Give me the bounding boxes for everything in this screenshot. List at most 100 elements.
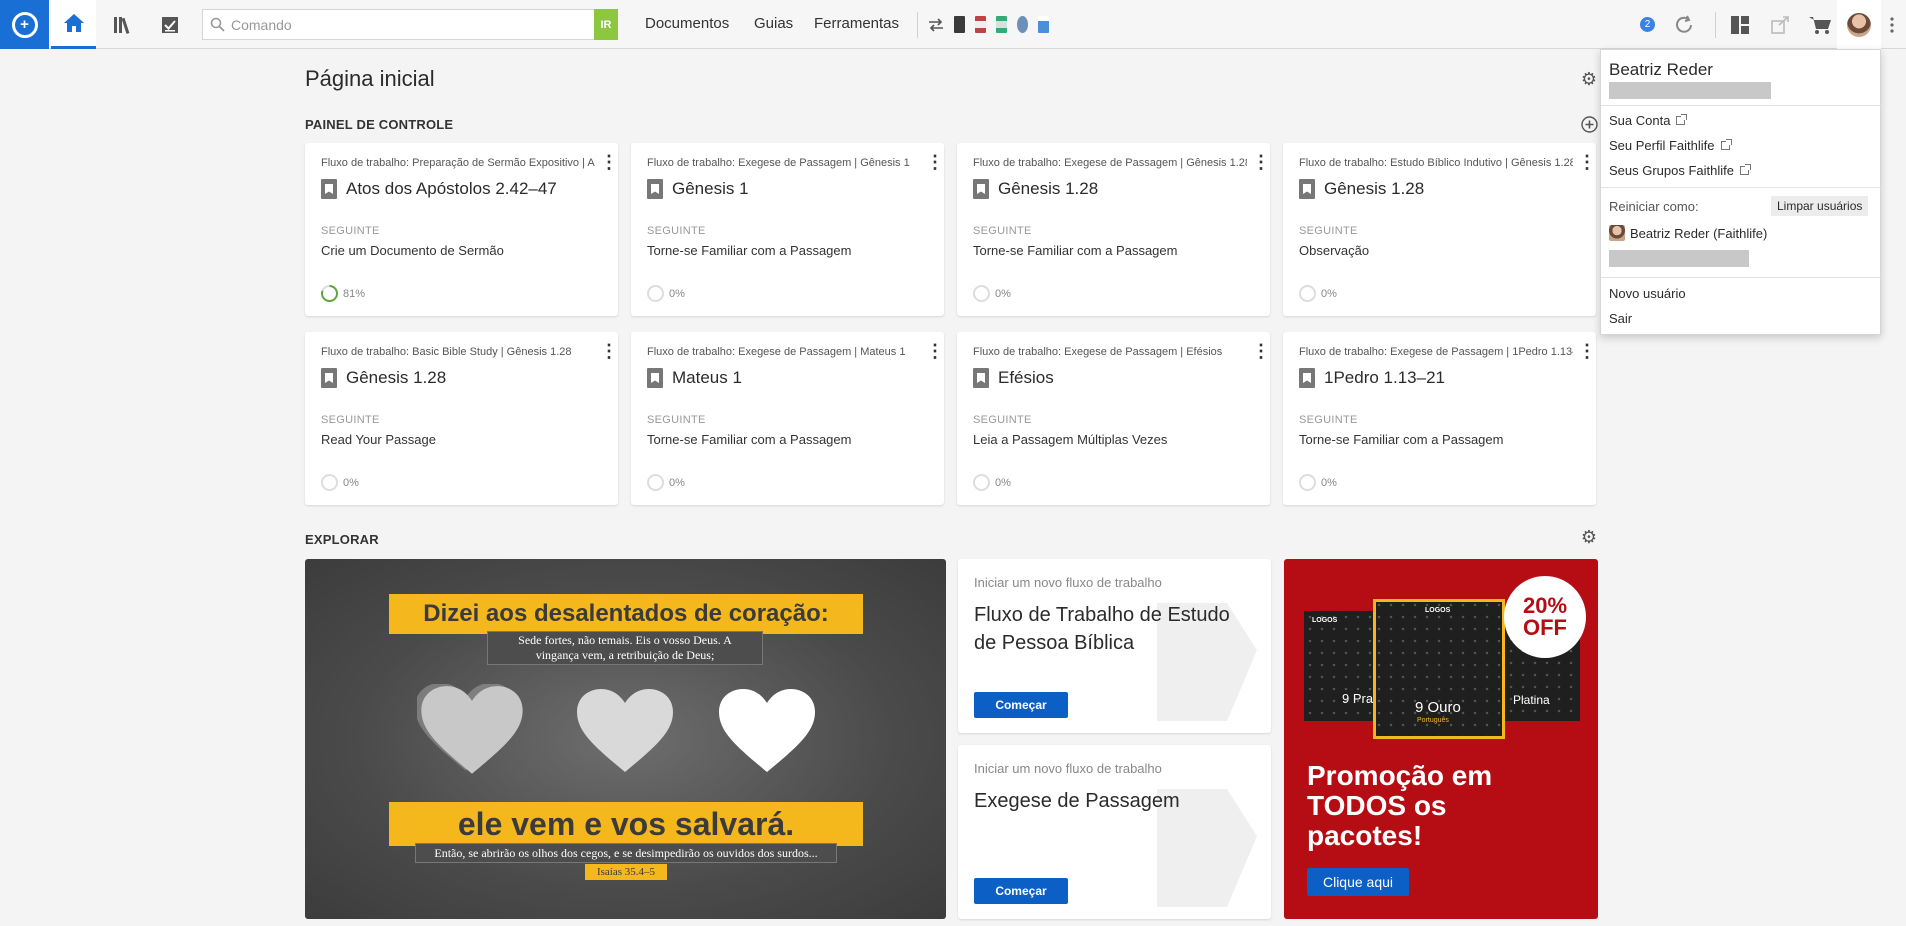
ad-cta-button[interactable]: Clique aqui: [1307, 868, 1409, 896]
home-button[interactable]: [51, 0, 96, 49]
share-button[interactable]: [1758, 0, 1802, 49]
workflow-card[interactable]: Fluxo de trabalho: Preparação de Sermão …: [305, 143, 618, 316]
card-menu-dots-icon[interactable]: ⋮: [1252, 153, 1270, 171]
explore-settings-gear-icon[interactable]: ⚙: [1580, 527, 1598, 547]
next-step-value[interactable]: Crie um Documento de Sermão: [321, 243, 504, 258]
more-options-button[interactable]: [1878, 0, 1906, 49]
package-box-left: LOGOS 9 Prat: [1304, 611, 1382, 721]
layouts-button[interactable]: [1718, 0, 1762, 49]
command-input[interactable]: [231, 10, 594, 39]
account-avatar-icon: [1609, 225, 1625, 241]
workflow-card[interactable]: Fluxo de trabalho: Basic Bible Study | G…: [305, 332, 618, 505]
next-step-value[interactable]: Read Your Passage: [321, 432, 436, 447]
next-step-label: SEGUINTE: [1299, 225, 1358, 237]
start-button[interactable]: Começar: [974, 692, 1068, 718]
card-menu-dots-icon[interactable]: ⋮: [926, 153, 944, 171]
add-dashboard-item-icon[interactable]: [1580, 115, 1598, 133]
next-step-value[interactable]: Observação: [1299, 243, 1369, 258]
workflow-card[interactable]: Fluxo de trabalho: Estudo Bíblico Induti…: [1283, 143, 1596, 316]
redacted-email: [1609, 82, 1771, 99]
clear-users-button[interactable]: Limpar usuários: [1771, 196, 1869, 216]
toolbar-divider: [917, 12, 918, 38]
card-menu-dots-icon[interactable]: ⋮: [1252, 342, 1270, 360]
next-step-label: SEGUINTE: [647, 225, 706, 237]
next-step-value[interactable]: Leia a Passagem Múltiplas Vezes: [973, 432, 1167, 447]
sync-icon: [1676, 15, 1692, 33]
document-icon: [647, 368, 663, 388]
notification-badge[interactable]: 2: [1640, 17, 1655, 32]
new-user-link[interactable]: Novo usuário: [1609, 286, 1686, 301]
go-button[interactable]: IR: [594, 9, 618, 40]
card-title[interactable]: Efésios: [973, 368, 1054, 388]
card-menu-dots-icon[interactable]: ⋮: [1578, 153, 1596, 171]
parallel-resources-button[interactable]: [923, 0, 949, 49]
logos-logo-icon: +: [11, 11, 38, 38]
logos-logo-button[interactable]: +: [0, 0, 49, 49]
ad-headline: Promoção em TODOS os pacotes!: [1307, 760, 1493, 851]
progress-ring-icon: [647, 285, 664, 302]
sale-advertisement[interactable]: LOGOS 9 Prat LOGOS 9 Ouro Português Plat…: [1284, 559, 1598, 919]
dashboard-heading: PAINEL DE CONTROLE: [305, 117, 454, 132]
resource-shortcut-book-3[interactable]: [996, 16, 1007, 33]
progress-indicator: 0%: [1299, 285, 1337, 302]
card-menu-dots-icon[interactable]: ⋮: [600, 153, 618, 171]
search-icon: [203, 17, 231, 32]
workflow-name: Fluxo de trabalho: Basic Bible Study | G…: [321, 346, 572, 358]
tasks-button[interactable]: [147, 0, 192, 49]
card-menu-dots-icon[interactable]: ⋮: [926, 342, 944, 360]
menu-guides[interactable]: Guias: [754, 15, 793, 32]
card-title[interactable]: Gênesis 1: [647, 179, 749, 199]
external-link-icon: [1740, 164, 1752, 175]
workflow-card[interactable]: Fluxo de trabalho: Exegese de Passagem |…: [631, 143, 944, 316]
card-menu-dots-icon[interactable]: ⋮: [1578, 342, 1596, 360]
cart-button[interactable]: [1798, 0, 1842, 49]
menu-divider: [1601, 187, 1882, 188]
menu-documents[interactable]: Documentos: [645, 15, 729, 32]
progress-percent: 81%: [343, 287, 366, 300]
account-button[interactable]: [1837, 0, 1881, 49]
library-icon: [113, 16, 129, 34]
faithlife-profile-link[interactable]: Seu Perfil Faithlife: [1609, 138, 1732, 153]
workflow-card[interactable]: Fluxo de trabalho: Exegese de Passagem |…: [957, 143, 1270, 316]
card-title[interactable]: Gênesis 1.28: [321, 368, 446, 388]
sign-out-link[interactable]: Sair: [1609, 311, 1632, 326]
progress-indicator: 0%: [973, 285, 1011, 302]
card-title[interactable]: Mateus 1: [647, 368, 742, 388]
next-step-value[interactable]: Torne-se Familiar com a Passagem: [973, 243, 1177, 258]
progress-percent: 0%: [343, 476, 359, 489]
page-settings-gear-icon[interactable]: ⚙: [1580, 69, 1598, 89]
next-step-label: SEGUINTE: [1299, 414, 1358, 426]
workflow-card[interactable]: Fluxo de trabalho: Exegese de Passagem |…: [1283, 332, 1596, 505]
verse-art-image[interactable]: Dizei aos desalentados de coração: Sede …: [305, 559, 946, 919]
switch-account-entry[interactable]: Beatriz Reder (Faithlife): [1609, 225, 1767, 241]
discount-value: 20%: [1522, 593, 1568, 618]
workflow-promo-card[interactable]: Iniciar um novo fluxo de trabalho Exeges…: [958, 745, 1271, 919]
library-button[interactable]: [101, 0, 146, 49]
resource-shortcut-book-2[interactable]: [975, 16, 986, 33]
share-icon: [1771, 15, 1789, 34]
card-title[interactable]: Gênesis 1.28: [1299, 179, 1424, 199]
menu-tools[interactable]: Ferramentas: [814, 15, 899, 32]
pack-center-name: 9 Ouro: [1415, 699, 1461, 716]
my-account-link[interactable]: Sua Conta: [1609, 113, 1688, 128]
sync-button[interactable]: [1662, 0, 1706, 49]
next-step-value[interactable]: Torne-se Familiar com a Passagem: [647, 243, 851, 258]
workflow-card[interactable]: Fluxo de trabalho: Exegese de Passagem |…: [957, 332, 1270, 505]
next-step-value[interactable]: Torne-se Familiar com a Passagem: [647, 432, 851, 447]
workflow-card[interactable]: Fluxo de trabalho: Exegese de Passagem |…: [631, 332, 944, 505]
resource-shortcut-book-1[interactable]: [954, 16, 965, 33]
card-title[interactable]: 1Pedro 1.13–21: [1299, 368, 1445, 388]
command-bar: IR: [202, 9, 618, 40]
workflow-promo-card[interactable]: Iniciar um novo fluxo de trabalho Fluxo …: [958, 559, 1271, 733]
cart-icon: [1809, 16, 1831, 34]
card-menu-dots-icon[interactable]: ⋮: [600, 342, 618, 360]
card-title[interactable]: Atos dos Apóstolos 2.42–47: [321, 179, 557, 199]
card-title[interactable]: Gênesis 1.28: [973, 179, 1098, 199]
faithlife-groups-link[interactable]: Seus Grupos Faithlife: [1609, 163, 1752, 178]
resource-shortcut-5[interactable]: [1038, 16, 1049, 33]
next-step-value[interactable]: Torne-se Familiar com a Passagem: [1299, 432, 1503, 447]
start-button[interactable]: Começar: [974, 878, 1068, 904]
resource-shortcut-4[interactable]: [1017, 16, 1028, 33]
progress-indicator: 81%: [321, 285, 365, 302]
progress-ring-icon: [321, 474, 338, 491]
